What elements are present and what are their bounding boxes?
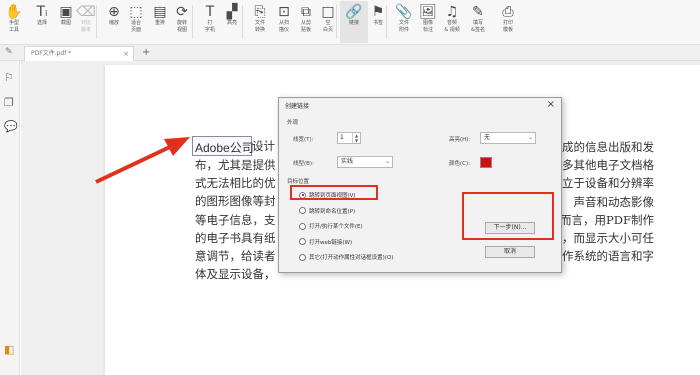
- radio-icon[interactable]: [299, 238, 306, 245]
- target-option-radio[interactable]: 打开/执行某个文件(E): [299, 221, 363, 231]
- line-style-value: 实线: [341, 158, 354, 165]
- target-option-radio[interactable]: 跳转到命名位置(P): [299, 206, 355, 216]
- dialog-title: 创建链接: [285, 103, 310, 110]
- radio-icon[interactable]: [299, 253, 306, 261]
- color-picker[interactable]: [480, 157, 492, 168]
- target-section-label: 目标位置: [287, 179, 310, 185]
- dialog-close-icon[interactable]: ×: [547, 99, 555, 110]
- stepper-arrows-icon[interactable]: ▲ ▼: [352, 133, 360, 143]
- color-label: 颜色(C):: [449, 161, 470, 167]
- target-option-label: 打开web链接(W): [309, 239, 353, 246]
- line-style-label: 线型(B):: [293, 161, 314, 167]
- highlight-box-target-option: [290, 185, 378, 200]
- line-style-select[interactable]: 实线 ⌄: [337, 156, 393, 168]
- radio-icon[interactable]: [299, 207, 306, 214]
- target-option-label: 其它(打开动作属性对话框设置)(O): [309, 255, 394, 261]
- target-option-label: 打开/执行某个文件(E): [309, 224, 363, 230]
- highlight-value: 无: [484, 134, 491, 141]
- target-option-label: 跳转到命名位置(P): [309, 208, 356, 215]
- highlight-box-next-button: [462, 192, 554, 240]
- chevron-down-icon: ⌄: [384, 158, 390, 165]
- target-option-radio[interactable]: 其它(打开动作属性对话框设置)(O): [299, 252, 393, 262]
- radio-icon[interactable]: [299, 222, 306, 230]
- line-width-stepper[interactable]: 1 ▲ ▼: [337, 132, 361, 144]
- target-option-radio[interactable]: 打开web链接(W): [299, 237, 352, 247]
- cancel-button[interactable]: 取消: [485, 246, 535, 258]
- line-width-label: 线宽(T):: [293, 137, 314, 143]
- chevron-down-icon: ⌄: [527, 134, 533, 141]
- highlight-label: 高亮(H):: [449, 137, 471, 143]
- appearance-section-label: 外观: [287, 120, 299, 126]
- line-width-value: 1: [340, 134, 344, 141]
- highlight-select[interactable]: 无 ⌄: [480, 132, 536, 144]
